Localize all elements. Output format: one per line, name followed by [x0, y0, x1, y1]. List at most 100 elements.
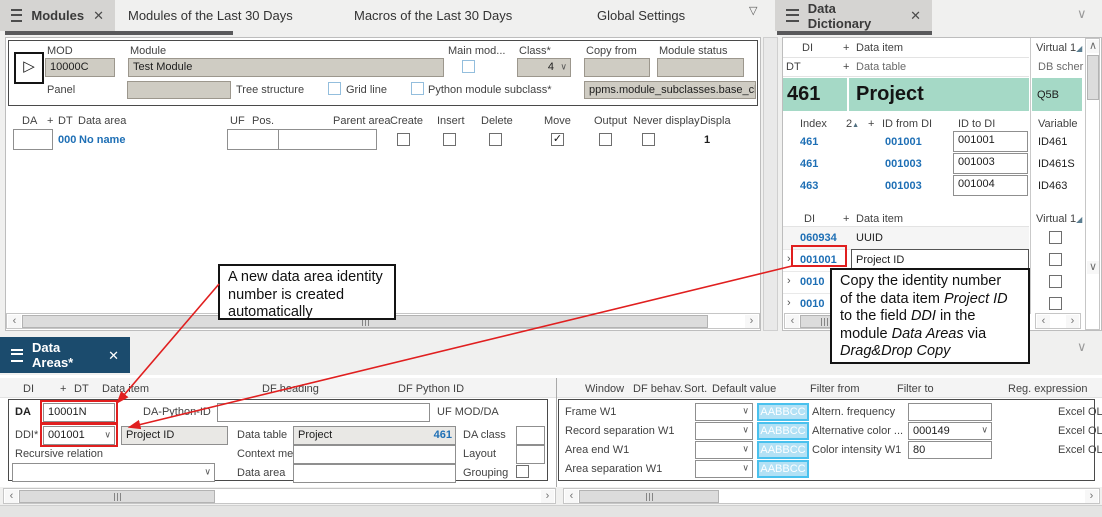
area-separation-w1-dropdown[interactable]: ∨ [695, 460, 753, 478]
col-header-dt[interactable]: DT [58, 115, 73, 128]
scrollbar-thumb[interactable] [579, 490, 719, 503]
item-row-di[interactable]: 0010 [800, 276, 824, 289]
tab-macros-last-30-days[interactable]: Macros of the Last 30 Days [354, 8, 512, 23]
da-col-header-reg-expression[interactable]: Reg. expression [1008, 383, 1088, 396]
dd-items-col-header-di[interactable]: DI [804, 213, 815, 226]
data-areas-right-hscrollbar[interactable]: ‹ › [563, 488, 1100, 504]
parent-area-cell-input[interactable] [278, 129, 377, 150]
ddi-dropdown[interactable]: 001001 ∨ [43, 426, 115, 445]
item-row-di[interactable]: 001001 [800, 254, 837, 267]
da-col-header-sort[interactable]: Sort. [684, 383, 707, 396]
panel-field[interactable] [127, 81, 231, 99]
index-row-id-from[interactable]: 001003 [885, 180, 922, 193]
item-row-di[interactable]: 0010 [800, 298, 824, 311]
col-header-delete[interactable]: Delete [481, 115, 513, 128]
scroll-down-button[interactable]: ∨ [1087, 261, 1099, 274]
add-data-table-icon[interactable]: + [843, 61, 849, 74]
grid-line-checkbox[interactable] [328, 82, 341, 95]
run-module-button[interactable]: ▷ [14, 52, 44, 84]
tab-global-settings[interactable]: Global Settings [597, 8, 685, 23]
col-header-move[interactable]: Move [544, 115, 571, 128]
menu-icon[interactable] [11, 349, 23, 362]
data-areas-left-hscrollbar[interactable]: ‹ › [3, 488, 556, 504]
row-expand-icon[interactable]: › [787, 297, 791, 310]
delete-checkbox[interactable] [489, 133, 502, 146]
idx-col-header-variable[interactable]: Variable [1038, 118, 1078, 131]
data-area-name-cell[interactable]: No name [79, 134, 125, 147]
add-icon[interactable]: + [60, 383, 66, 396]
altern-frequency-input[interactable] [908, 403, 992, 421]
scroll-right-button[interactable]: › [745, 315, 758, 328]
item-row-di[interactable]: 060934 [800, 232, 837, 245]
virtual-checkbox[interactable] [1049, 231, 1062, 244]
da-cell-input[interactable] [13, 129, 53, 150]
color-intensity-input[interactable]: 80 [908, 441, 992, 459]
dd-col-header-data-item[interactable]: Data item [856, 42, 903, 55]
row-expand-icon[interactable]: › [787, 275, 791, 288]
scroll-right-button[interactable]: › [541, 490, 554, 503]
tab-data-areas[interactable]: Data Areas* ✕ [0, 337, 130, 373]
col-header-pos[interactable]: Pos. [252, 115, 274, 128]
record-separation-w1-color-field[interactable]: AABBCC [757, 422, 809, 440]
col-header-uf[interactable]: UF [230, 115, 245, 128]
menu-icon[interactable] [11, 9, 22, 22]
frame-w1-color-field[interactable]: AABBCC [757, 403, 809, 421]
menu-icon[interactable] [786, 9, 799, 22]
main-mod-checkbox[interactable] [462, 60, 475, 73]
da-col-header-di[interactable]: DI [23, 383, 34, 396]
copy-from-field[interactable] [584, 58, 650, 77]
idx-col-header-id-from[interactable]: ID from DI [882, 118, 932, 131]
recursive-relation-dropdown[interactable]: ∨ [12, 463, 215, 482]
module-name-field[interactable]: Test Module [128, 58, 444, 77]
scrollbar-thumb[interactable] [1087, 55, 1099, 100]
collapse-chevron-icon[interactable]: ∨ [1077, 6, 1087, 22]
class-dropdown[interactable]: 4 ∨ [517, 58, 571, 77]
move-checkbox[interactable]: ✓ [551, 133, 564, 146]
tab-list-flag-icon[interactable]: ▽ [749, 4, 757, 17]
index-row-id-to-input[interactable]: 001001 [953, 131, 1028, 152]
add-index-icon[interactable]: + [868, 118, 874, 131]
dt-cell[interactable]: 000 [58, 134, 76, 147]
dd-col-header-dt[interactable]: DT [786, 61, 801, 74]
insert-checkbox[interactable] [443, 133, 456, 146]
dd-virtual-hscrollbar[interactable]: ‹ › [1035, 313, 1081, 329]
scroll-up-button[interactable]: ∧ [1087, 40, 1099, 53]
index-row-id-from[interactable]: 001003 [885, 158, 922, 171]
collapse-chevron-icon[interactable]: ∨ [1077, 339, 1087, 355]
scroll-right-button[interactable]: › [1085, 490, 1098, 503]
close-icon[interactable]: ✕ [108, 349, 119, 362]
dd-col-header-di[interactable]: DI [802, 42, 813, 55]
index-row-index[interactable]: 461 [800, 158, 818, 171]
data-area-input[interactable] [293, 464, 456, 483]
da-col-header-default-value[interactable]: Default value [712, 383, 776, 396]
python-subclass-checkbox[interactable] [411, 82, 424, 95]
da-col-header-df-python-id[interactable]: DF Python ID [398, 383, 464, 396]
col-header-da[interactable]: DA [22, 115, 37, 128]
col-header-output[interactable]: Output [594, 115, 627, 128]
da-col-header-df-behav[interactable]: DF behav. [633, 383, 683, 396]
grouping-checkbox[interactable] [516, 465, 529, 478]
close-icon[interactable]: ✕ [910, 9, 921, 22]
da-col-header-df-heading[interactable]: DF heading [262, 383, 319, 396]
area-separation-w1-color-field[interactable]: AABBCC [757, 460, 809, 478]
index-row-id-to-input[interactable]: 001003 [953, 153, 1028, 174]
never-display-checkbox[interactable] [642, 133, 655, 146]
da-col-header-filter-to[interactable]: Filter to [897, 383, 934, 396]
index-row-index[interactable]: 463 [800, 180, 818, 193]
col-header-insert[interactable]: Insert [437, 115, 465, 128]
dd-col-header-data-table[interactable]: Data table [856, 61, 906, 74]
add-column-icon[interactable]: + [47, 115, 53, 128]
scroll-left-button[interactable]: ‹ [8, 315, 21, 328]
index-row-id-from[interactable]: 001001 [885, 136, 922, 149]
add-data-item-icon[interactable]: + [843, 213, 849, 226]
uf-pos-cell-input[interactable] [227, 129, 279, 150]
virtual-checkbox[interactable] [1049, 253, 1062, 266]
tab-modules-last-30-days[interactable]: Modules of the Last 30 Days [128, 8, 293, 23]
item-row-name[interactable]: UUID [856, 232, 883, 245]
da-class-input[interactable] [516, 426, 545, 445]
scroll-left-button[interactable]: ‹ [565, 490, 578, 503]
dd-vscrollbar[interactable]: ∧ ∨ [1085, 38, 1100, 330]
row-expand-icon[interactable]: › [787, 253, 791, 266]
virtual-checkbox[interactable] [1049, 297, 1062, 310]
create-checkbox[interactable] [397, 133, 410, 146]
